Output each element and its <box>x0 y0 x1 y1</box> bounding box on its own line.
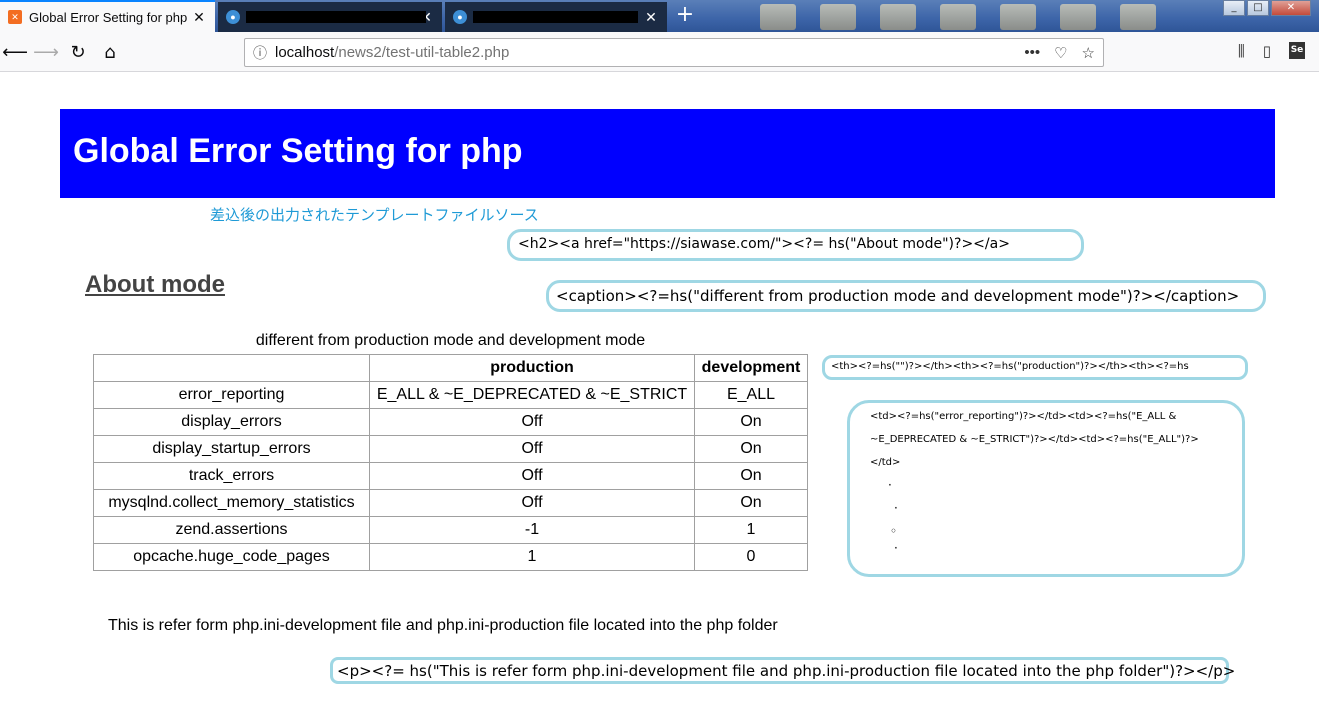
library-icon[interactable]: ⫼ <box>1238 42 1245 60</box>
th-source-callout: <th><?=hs("")?></th><th><?=hs("productio… <box>822 355 1248 380</box>
development-value: E_ALL <box>694 381 808 409</box>
page-actions-icon[interactable]: ••• <box>1024 44 1040 62</box>
setting-name: display_errors <box>93 408 370 436</box>
development-value: On <box>694 462 808 490</box>
close-tab-icon[interactable]: ✕ <box>643 9 659 26</box>
td-source-line: ~E_DEPRECATED & ~E_STRICT")?></td><td><?… <box>870 434 1199 445</box>
new-tab-button[interactable]: + <box>673 2 697 30</box>
page-title: Global Error Setting for php <box>73 132 523 170</box>
production-value: 1 <box>369 543 695 571</box>
production-value: E_ALL & ~E_DEPRECATED & ~E_STRICT <box>369 381 695 409</box>
toolbar-right: ⫼ ▯ Se <box>1238 42 1305 60</box>
setting-name: track_errors <box>93 462 370 490</box>
address-bar[interactable]: ⓘ localhost/news2/test-util-table2.php •… <box>244 38 1104 67</box>
template-source-link[interactable]: 差込後の出力されたテンプレートファイルソース <box>210 204 539 225</box>
p-source-callout: <p><?= hs("This is refer form php.ini-de… <box>330 657 1235 684</box>
navigation-toolbar: ⟵ ⟶ ↻ ⌂ ⓘ localhost/news2/test-util-tabl… <box>0 32 1319 72</box>
about-mode-heading[interactable]: About mode <box>85 271 225 299</box>
settings-table: production development error_reporting E… <box>93 354 808 571</box>
header-cell: development <box>694 354 808 382</box>
caption-source-callout: <caption><?=hs("different from productio… <box>546 280 1266 312</box>
tab-third[interactable]: ● ✕ <box>445 2 667 32</box>
h2-source-callout: <h2><a href="https://siawase.com/"><?= h… <box>507 229 1084 261</box>
table-row: display_errors Off On <box>93 408 808 436</box>
tab-second[interactable]: ● ✕ <box>218 2 442 32</box>
table-row: zend.assertions -1 1 <box>93 516 808 544</box>
maximize-icon[interactable]: □ <box>1247 0 1269 16</box>
site-favicon-icon: ● <box>453 10 467 24</box>
redacted-tab-title <box>473 11 638 23</box>
page-content: Global Error Setting for php 差込後の出力されたテン… <box>0 73 1319 705</box>
ellipsis-dot: · <box>888 478 892 492</box>
bookmark-star-icon[interactable]: ☆ <box>1082 44 1095 62</box>
development-value: On <box>694 489 808 517</box>
development-value: On <box>694 435 808 463</box>
header-banner: Global Error Setting for php <box>60 109 1275 198</box>
tab-title: Global Error Setting for php <box>29 9 187 25</box>
production-value: -1 <box>369 516 695 544</box>
table-row: display_startup_errors Off On <box>93 435 808 463</box>
sidebar-icon[interactable]: ▯ <box>1263 42 1271 60</box>
url-host: localhost <box>275 44 335 61</box>
xampp-favicon-icon: ✕ <box>8 10 22 24</box>
production-value: Off <box>369 462 695 490</box>
header-cell: production <box>369 354 695 382</box>
pocket-icon[interactable]: ♡ <box>1054 44 1067 62</box>
production-value: Off <box>369 408 695 436</box>
site-favicon-icon: ● <box>226 10 240 24</box>
close-tab-icon[interactable]: ✕ <box>191 9 207 26</box>
table-row: opcache.huge_code_pages 1 0 <box>93 543 808 571</box>
table-row: track_errors Off On <box>93 462 808 490</box>
setting-name: zend.assertions <box>93 516 370 544</box>
footer-paragraph: This is refer form php.ini-development f… <box>108 617 778 634</box>
td-source-line: </td> <box>870 457 901 468</box>
ellipsis-dot: · <box>894 501 898 515</box>
setting-name: display_startup_errors <box>93 435 370 463</box>
redacted-tab-title <box>246 11 426 23</box>
development-value: 0 <box>694 543 808 571</box>
setting-name: mysqlnd.collect_memory_statistics <box>93 489 370 517</box>
selenium-extension-icon[interactable]: Se <box>1289 42 1305 59</box>
development-value: 1 <box>694 516 808 544</box>
td-source-callout: <td><?=hs("error_reporting")?></td><td><… <box>847 400 1245 577</box>
production-value: Off <box>369 435 695 463</box>
tab-global-error-setting[interactable]: ✕ Global Error Setting for php ✕ <box>0 0 215 32</box>
close-window-icon[interactable]: ✕ <box>1271 0 1311 16</box>
setting-name: opcache.huge_code_pages <box>93 543 370 571</box>
production-value: Off <box>369 489 695 517</box>
table-row: mysqlnd.collect_memory_statistics Off On <box>93 489 808 517</box>
table-row: error_reporting E_ALL & ~E_DEPRECATED & … <box>93 381 808 409</box>
url-path: /news2/test-util-table2.php <box>334 44 510 61</box>
desktop-background <box>760 4 1156 30</box>
reload-icon[interactable]: ↻ <box>65 39 91 65</box>
td-source-line: <td><?=hs("error_reporting")?></td><td><… <box>870 411 1177 422</box>
window-controls: _ □ ✕ <box>1221 0 1311 16</box>
home-icon[interactable]: ⌂ <box>97 39 123 65</box>
table-caption: different from production mode and devel… <box>255 332 646 349</box>
development-value: On <box>694 408 808 436</box>
table-header-row: production development <box>93 354 808 382</box>
back-arrow-icon[interactable]: ⟵ <box>2 39 28 65</box>
info-icon[interactable]: ⓘ <box>245 43 275 63</box>
ellipsis-dot: · <box>894 541 898 555</box>
setting-name: error_reporting <box>93 381 370 409</box>
forward-arrow-icon[interactable]: ⟶ <box>33 39 59 65</box>
header-cell <box>93 354 370 382</box>
browser-tab-bar: ✕ Global Error Setting for php ✕ ● ✕ ● ✕… <box>0 0 1319 32</box>
minimize-icon[interactable]: _ <box>1223 0 1245 16</box>
